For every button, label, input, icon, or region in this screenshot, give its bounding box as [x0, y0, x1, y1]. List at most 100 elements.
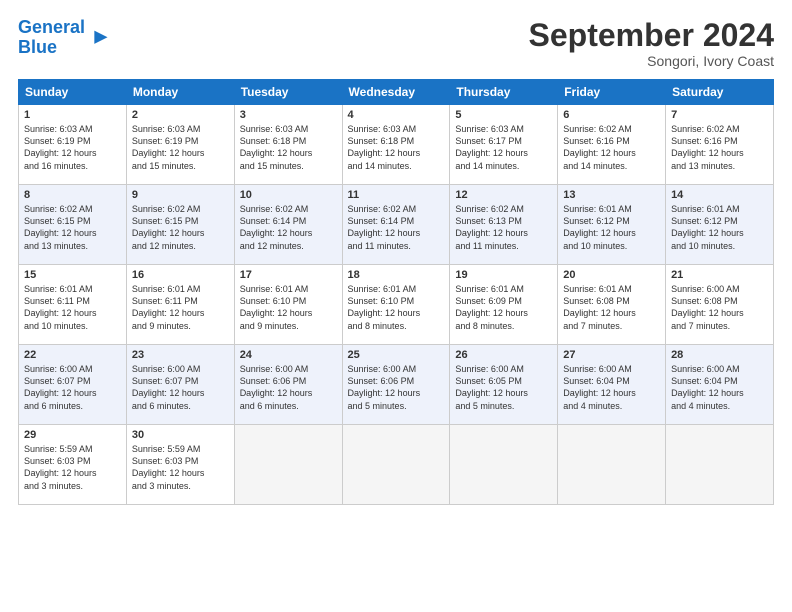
day-number: 10: [240, 189, 337, 201]
calendar-week-3: 15Sunrise: 6:01 AM Sunset: 6:11 PM Dayli…: [19, 265, 774, 345]
calendar-cell: 27 Sunrise: 6:00 AM Sunset: 6:04 PM Dayli…: [558, 345, 666, 425]
day-info: Sunrise: 6:01 AM Sunset: 6:11 PM Dayligh…: [132, 283, 229, 332]
day-info: Sunrise: 6:01 AM Sunset: 6:08 PM Dayligh…: [563, 283, 660, 332]
calendar-cell: 10 Sunrise: 6:02 AM Sunset: 6:14 PM Dayli…: [234, 185, 342, 265]
day-number: 17: [240, 269, 337, 281]
calendar-week-2: 8 Sunrise: 6:02 AM Sunset: 6:15 PM Daylig…: [19, 185, 774, 265]
title-block: September 2024 Songori, Ivory Coast: [529, 18, 774, 69]
calendar-week-1: 1 Sunrise: 6:03 AM Sunset: 6:19 PM Daylig…: [19, 105, 774, 185]
day-info: Sunrise: 6:02 AM Sunset: 6:15 PM Dayligh…: [24, 203, 121, 252]
day-number: 27: [563, 349, 660, 361]
day-number: 14: [671, 189, 768, 201]
calendar-cell: [558, 425, 666, 505]
calendar-cell: 24Sunrise: 6:00 AM Sunset: 6:06 PM Dayli…: [234, 345, 342, 425]
header: GeneralBlue September 2024 Songori, Ivor…: [18, 18, 774, 69]
calendar-cell: 28Sunrise: 6:00 AM Sunset: 6:04 PM Dayli…: [666, 345, 774, 425]
calendar-week-5: 29 Sunrise: 5:59 AM Sunset: 6:03 PM Dayli…: [19, 425, 774, 505]
col-header-wednesday: Wednesday: [342, 80, 450, 105]
day-info: Sunrise: 6:01 AM Sunset: 6:12 PM Dayligh…: [563, 203, 660, 252]
day-info: Sunrise: 6:02 AM Sunset: 6:15 PM Dayligh…: [132, 203, 229, 252]
day-number: 29: [24, 429, 121, 441]
day-info: Sunrise: 6:01 AM Sunset: 6:12 PM Dayligh…: [671, 203, 768, 252]
calendar-cell: 3 Sunrise: 6:03 AM Sunset: 6:18 PM Daylig…: [234, 105, 342, 185]
day-info: Sunrise: 6:03 AM Sunset: 6:19 PM Dayligh…: [24, 123, 121, 172]
day-info: Sunrise: 6:03 AM Sunset: 6:18 PM Dayligh…: [240, 123, 337, 172]
day-info: Sunrise: 5:59 AM Sunset: 6:03 PM Dayligh…: [24, 443, 121, 492]
day-info: Sunrise: 6:00 AM Sunset: 6:06 PM Dayligh…: [240, 363, 337, 412]
col-header-tuesday: Tuesday: [234, 80, 342, 105]
day-info: Sunrise: 6:03 AM Sunset: 6:19 PM Dayligh…: [132, 123, 229, 172]
calendar-cell: 19Sunrise: 6:01 AM Sunset: 6:09 PM Dayli…: [450, 265, 558, 345]
day-info: Sunrise: 6:02 AM Sunset: 6:16 PM Dayligh…: [671, 123, 768, 172]
day-number: 2: [132, 109, 229, 121]
page: GeneralBlue September 2024 Songori, Ivor…: [0, 0, 792, 612]
day-number: 11: [348, 189, 445, 201]
month-title: September 2024: [529, 18, 774, 53]
day-number: 3: [240, 109, 337, 121]
day-number: 1: [24, 109, 121, 121]
calendar-cell: 17 Sunrise: 6:01 AM Sunset: 6:10 PM Dayli…: [234, 265, 342, 345]
col-header-friday: Friday: [558, 80, 666, 105]
day-info: Sunrise: 6:01 AM Sunset: 6:10 PM Dayligh…: [240, 283, 337, 332]
calendar-cell: 20 Sunrise: 6:01 AM Sunset: 6:08 PM Dayli…: [558, 265, 666, 345]
calendar-cell: 16Sunrise: 6:01 AM Sunset: 6:11 PM Dayli…: [126, 265, 234, 345]
calendar-cell: 21 Sunrise: 6:00 AM Sunset: 6:08 PM Dayli…: [666, 265, 774, 345]
day-info: Sunrise: 6:02 AM Sunset: 6:14 PM Dayligh…: [348, 203, 445, 252]
calendar-cell: 1 Sunrise: 6:03 AM Sunset: 6:19 PM Daylig…: [19, 105, 127, 185]
day-info: Sunrise: 6:01 AM Sunset: 6:11 PM Dayligh…: [24, 283, 121, 332]
calendar-cell: 25 Sunrise: 6:00 AM Sunset: 6:06 PM Dayli…: [342, 345, 450, 425]
day-number: 30: [132, 429, 229, 441]
day-info: Sunrise: 6:00 AM Sunset: 6:07 PM Dayligh…: [24, 363, 121, 412]
calendar-cell: 8 Sunrise: 6:02 AM Sunset: 6:15 PM Daylig…: [19, 185, 127, 265]
logo: GeneralBlue: [18, 18, 109, 58]
calendar-cell: 23 Sunrise: 6:00 AM Sunset: 6:07 PM Dayli…: [126, 345, 234, 425]
calendar-cell: 2 Sunrise: 6:03 AM Sunset: 6:19 PM Daylig…: [126, 105, 234, 185]
calendar-cell: 4Sunrise: 6:03 AM Sunset: 6:18 PM Daylig…: [342, 105, 450, 185]
calendar-cell: 9 Sunrise: 6:02 AM Sunset: 6:15 PM Daylig…: [126, 185, 234, 265]
day-info: Sunrise: 6:00 AM Sunset: 6:08 PM Dayligh…: [671, 283, 768, 332]
day-number: 8: [24, 189, 121, 201]
logo-text: GeneralBlue: [18, 18, 85, 58]
calendar-cell: 29 Sunrise: 5:59 AM Sunset: 6:03 PM Dayli…: [19, 425, 127, 505]
day-number: 18: [348, 269, 445, 281]
day-info: Sunrise: 6:02 AM Sunset: 6:13 PM Dayligh…: [455, 203, 552, 252]
day-number: 4: [348, 109, 445, 121]
day-number: 23: [132, 349, 229, 361]
calendar-cell: [666, 425, 774, 505]
calendar-cell: [450, 425, 558, 505]
calendar-cell: 30 Sunrise: 5:59 AM Sunset: 6:03 PM Dayli…: [126, 425, 234, 505]
day-info: Sunrise: 6:01 AM Sunset: 6:10 PM Dayligh…: [348, 283, 445, 332]
calendar-week-4: 22Sunrise: 6:00 AM Sunset: 6:07 PM Dayli…: [19, 345, 774, 425]
calendar-cell: 12 Sunrise: 6:02 AM Sunset: 6:13 PM Dayli…: [450, 185, 558, 265]
day-info: Sunrise: 6:00 AM Sunset: 6:04 PM Dayligh…: [563, 363, 660, 412]
day-info: Sunrise: 5:59 AM Sunset: 6:03 PM Dayligh…: [132, 443, 229, 492]
day-number: 12: [455, 189, 552, 201]
calendar-cell: 13 Sunrise: 6:01 AM Sunset: 6:12 PM Dayli…: [558, 185, 666, 265]
day-number: 6: [563, 109, 660, 121]
calendar-header-row: SundayMondayTuesdayWednesdayThursdayFrid…: [19, 80, 774, 105]
col-header-monday: Monday: [126, 80, 234, 105]
calendar: SundayMondayTuesdayWednesdayThursdayFrid…: [18, 79, 774, 505]
subtitle: Songori, Ivory Coast: [529, 53, 774, 69]
col-header-saturday: Saturday: [666, 80, 774, 105]
calendar-cell: 18 Sunrise: 6:01 AM Sunset: 6:10 PM Dayli…: [342, 265, 450, 345]
day-number: 25: [348, 349, 445, 361]
day-info: Sunrise: 6:00 AM Sunset: 6:07 PM Dayligh…: [132, 363, 229, 412]
col-header-sunday: Sunday: [19, 80, 127, 105]
calendar-cell: 6Sunrise: 6:02 AM Sunset: 6:16 PM Daylig…: [558, 105, 666, 185]
day-number: 5: [455, 109, 552, 121]
day-info: Sunrise: 6:03 AM Sunset: 6:17 PM Dayligh…: [455, 123, 552, 172]
day-number: 28: [671, 349, 768, 361]
day-number: 7: [671, 109, 768, 121]
day-info: Sunrise: 6:02 AM Sunset: 6:14 PM Dayligh…: [240, 203, 337, 252]
day-number: 13: [563, 189, 660, 201]
day-number: 21: [671, 269, 768, 281]
calendar-cell: [234, 425, 342, 505]
day-number: 19: [455, 269, 552, 281]
day-info: Sunrise: 6:00 AM Sunset: 6:06 PM Dayligh…: [348, 363, 445, 412]
calendar-cell: 11 Sunrise: 6:02 AM Sunset: 6:14 PM Dayli…: [342, 185, 450, 265]
day-number: 9: [132, 189, 229, 201]
day-number: 20: [563, 269, 660, 281]
day-number: 26: [455, 349, 552, 361]
calendar-cell: 26Sunrise: 6:00 AM Sunset: 6:05 PM Dayli…: [450, 345, 558, 425]
